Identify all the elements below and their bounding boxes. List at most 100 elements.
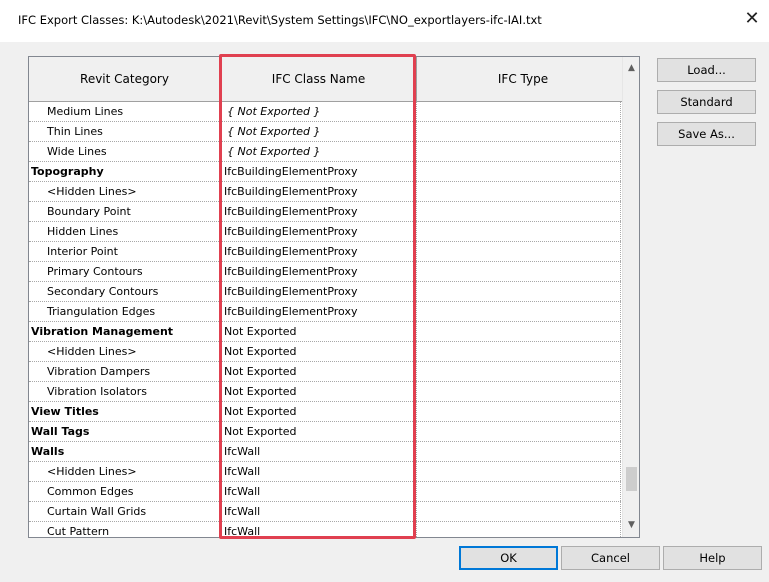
ifc-type-cell[interactable] bbox=[417, 262, 621, 281]
load-button[interactable]: Load... bbox=[657, 58, 756, 82]
ifc-class-table: Revit Category IFC Class Name IFC Type M… bbox=[28, 56, 640, 538]
table-row[interactable]: Hidden Lines IfcBuildingElementProxy bbox=[29, 222, 621, 242]
standard-button[interactable]: Standard bbox=[657, 90, 756, 114]
revit-category-cell: Medium Lines bbox=[29, 102, 221, 121]
ifc-class-name-cell[interactable]: IfcBuildingElementProxy bbox=[221, 242, 417, 261]
ifc-class-name-cell[interactable]: IfcBuildingElementProxy bbox=[221, 182, 417, 201]
ifc-class-name-cell[interactable]: IfcWall bbox=[221, 522, 417, 537]
revit-category-cell: Common Edges bbox=[29, 482, 221, 501]
ifc-type-cell[interactable] bbox=[417, 342, 621, 361]
table-row[interactable]: Vibration Dampers Not Exported bbox=[29, 362, 621, 382]
revit-category-cell: Vibration Management bbox=[29, 322, 221, 341]
ifc-class-name-cell[interactable]: { Not Exported } bbox=[221, 102, 417, 121]
table-row[interactable]: <Hidden Lines> IfcWall bbox=[29, 462, 621, 482]
table-row[interactable]: Interior Point IfcBuildingElementProxy bbox=[29, 242, 621, 262]
revit-category-cell: Hidden Lines bbox=[29, 222, 221, 241]
revit-category-cell: <Hidden Lines> bbox=[29, 462, 221, 481]
save-as-button[interactable]: Save As... bbox=[657, 122, 756, 146]
cancel-button[interactable]: Cancel bbox=[561, 546, 660, 570]
table-row[interactable]: Triangulation Edges IfcBuildingElementPro… bbox=[29, 302, 621, 322]
table-row[interactable]: Secondary Contours IfcBuildingElementProx… bbox=[29, 282, 621, 302]
ifc-type-cell[interactable] bbox=[417, 362, 621, 381]
revit-category-cell: Secondary Contours bbox=[29, 282, 221, 301]
ifc-type-cell[interactable] bbox=[417, 102, 621, 121]
table-row[interactable]: View Titles Not Exported bbox=[29, 402, 621, 422]
ifc-class-name-cell[interactable]: IfcWall bbox=[221, 462, 417, 481]
ifc-class-name-cell[interactable]: Not Exported bbox=[221, 382, 417, 401]
table-row[interactable]: Common Edges IfcWall bbox=[29, 482, 621, 502]
revit-category-cell: View Titles bbox=[29, 402, 221, 421]
vertical-scrollbar[interactable]: ▲ ▼ bbox=[622, 57, 639, 537]
title-bar: IFC Export Classes: K:\Autodesk\2021\Rev… bbox=[0, 0, 769, 42]
ifc-class-name-cell[interactable]: Not Exported bbox=[221, 362, 417, 381]
ifc-class-name-cell[interactable]: IfcBuildingElementProxy bbox=[221, 202, 417, 221]
ifc-class-name-cell[interactable]: IfcBuildingElementProxy bbox=[221, 162, 417, 181]
ifc-class-name-cell[interactable]: { Not Exported } bbox=[221, 142, 417, 161]
revit-category-cell: Topography bbox=[29, 162, 221, 181]
ifc-type-cell[interactable] bbox=[417, 502, 621, 521]
revit-category-cell: Boundary Point bbox=[29, 202, 221, 221]
table-row[interactable]: Vibration Isolators Not Exported bbox=[29, 382, 621, 402]
revit-category-cell: Interior Point bbox=[29, 242, 221, 261]
column-header-ifc-class-name[interactable]: IFC Class Name bbox=[221, 57, 417, 102]
revit-category-cell: Vibration Dampers bbox=[29, 362, 221, 381]
table-row[interactable]: Curtain Wall Grids IfcWall bbox=[29, 502, 621, 522]
ifc-class-name-cell[interactable]: Not Exported bbox=[221, 322, 417, 341]
ifc-class-name-cell[interactable]: IfcBuildingElementProxy bbox=[221, 282, 417, 301]
ifc-class-name-cell[interactable]: Not Exported bbox=[221, 342, 417, 361]
ifc-type-cell[interactable] bbox=[417, 322, 621, 341]
ifc-type-cell[interactable] bbox=[417, 202, 621, 221]
ifc-type-cell[interactable] bbox=[417, 522, 621, 537]
revit-category-cell: Cut Pattern bbox=[29, 522, 221, 537]
ifc-class-name-cell[interactable]: IfcWall bbox=[221, 502, 417, 521]
revit-category-cell: Curtain Wall Grids bbox=[29, 502, 221, 521]
ifc-type-cell[interactable] bbox=[417, 142, 621, 161]
table-row[interactable]: Thin Lines{ Not Exported } bbox=[29, 122, 621, 142]
table-rows: Medium Lines{ Not Exported } Thin Lines{ … bbox=[29, 102, 621, 537]
ok-button[interactable]: OK bbox=[459, 546, 558, 570]
ifc-type-cell[interactable] bbox=[417, 382, 621, 401]
ifc-type-cell[interactable] bbox=[417, 482, 621, 501]
revit-category-cell: Walls bbox=[29, 442, 221, 461]
ifc-type-cell[interactable] bbox=[417, 182, 621, 201]
table-row[interactable]: Boundary Point IfcBuildingElementProxy bbox=[29, 202, 621, 222]
ifc-type-cell[interactable] bbox=[417, 402, 621, 421]
ifc-type-cell[interactable] bbox=[417, 122, 621, 141]
table-row[interactable]: Wide Lines{ Not Exported } bbox=[29, 142, 621, 162]
ifc-class-name-cell[interactable]: Not Exported bbox=[221, 422, 417, 441]
ifc-class-name-cell[interactable]: IfcWall bbox=[221, 442, 417, 461]
scroll-down-icon[interactable]: ▼ bbox=[623, 517, 639, 534]
table-row[interactable]: Topography IfcBuildingElementProxy bbox=[29, 162, 621, 182]
ifc-type-cell[interactable] bbox=[417, 462, 621, 481]
ifc-class-name-cell[interactable]: Not Exported bbox=[221, 402, 417, 421]
table-row[interactable]: Cut Pattern IfcWall bbox=[29, 522, 621, 537]
table-row[interactable]: Vibration Management Not Exported bbox=[29, 322, 621, 342]
column-header-ifc-type[interactable]: IFC Type bbox=[417, 57, 630, 102]
help-button[interactable]: Help bbox=[663, 546, 762, 570]
table-row[interactable]: Medium Lines{ Not Exported } bbox=[29, 102, 621, 122]
ifc-type-cell[interactable] bbox=[417, 442, 621, 461]
ifc-type-cell[interactable] bbox=[417, 422, 621, 441]
column-header-revit-category[interactable]: Revit Category bbox=[29, 57, 221, 102]
table-row[interactable]: Walls IfcWall bbox=[29, 442, 621, 462]
ifc-type-cell[interactable] bbox=[417, 222, 621, 241]
revit-category-cell: Primary Contours bbox=[29, 262, 221, 281]
table-row[interactable]: Wall Tags Not Exported bbox=[29, 422, 621, 442]
scroll-up-icon[interactable]: ▲ bbox=[623, 60, 639, 77]
revit-category-cell: Wall Tags bbox=[29, 422, 221, 441]
table-row[interactable]: <Hidden Lines> Not Exported bbox=[29, 342, 621, 362]
table-row[interactable]: Primary Contours IfcBuildingElementProxy bbox=[29, 262, 621, 282]
close-icon[interactable]: ✕ bbox=[741, 8, 763, 30]
scroll-thumb[interactable] bbox=[626, 467, 637, 491]
ifc-class-name-cell[interactable]: IfcWall bbox=[221, 482, 417, 501]
table-row[interactable]: <Hidden Lines> IfcBuildingElementProxy bbox=[29, 182, 621, 202]
ifc-class-name-cell[interactable]: IfcBuildingElementProxy bbox=[221, 262, 417, 281]
ifc-type-cell[interactable] bbox=[417, 282, 621, 301]
ifc-type-cell[interactable] bbox=[417, 242, 621, 261]
ifc-class-name-cell[interactable]: IfcBuildingElementProxy bbox=[221, 222, 417, 241]
ifc-class-name-cell[interactable]: { Not Exported } bbox=[221, 122, 417, 141]
revit-category-cell: <Hidden Lines> bbox=[29, 342, 221, 361]
ifc-type-cell[interactable] bbox=[417, 302, 621, 321]
ifc-type-cell[interactable] bbox=[417, 162, 621, 181]
ifc-class-name-cell[interactable]: IfcBuildingElementProxy bbox=[221, 302, 417, 321]
